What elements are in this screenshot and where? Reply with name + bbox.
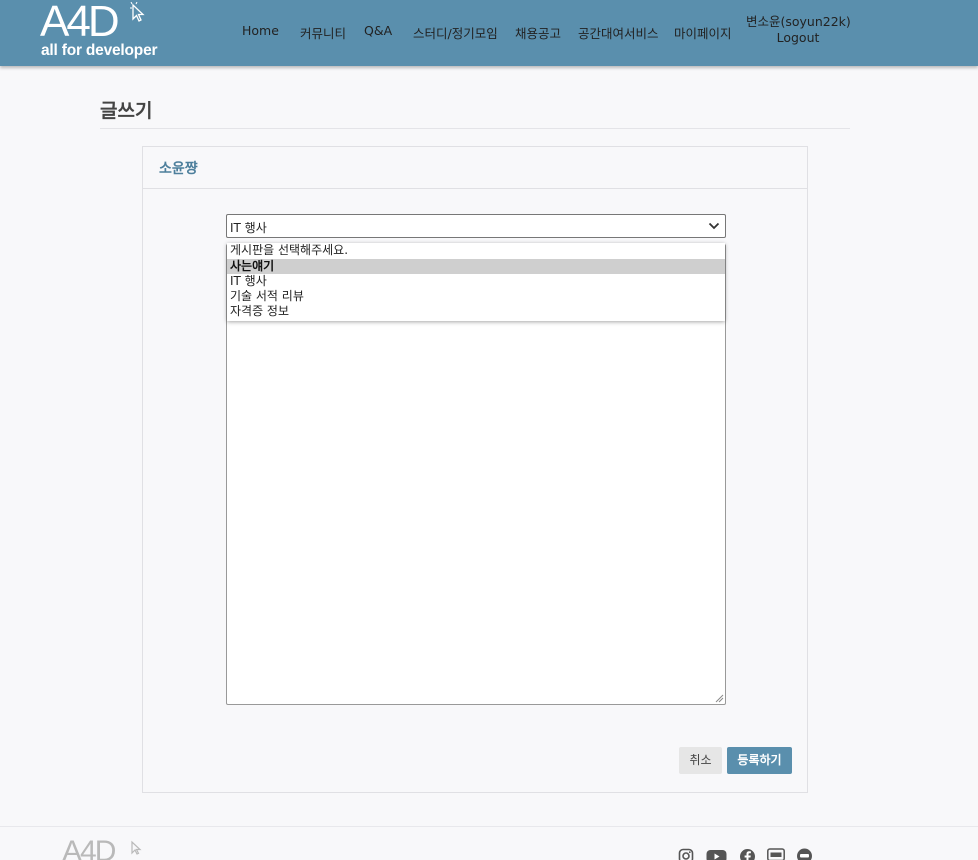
site-logo[interactable]: A4D all for developer	[40, 0, 160, 66]
nav-home[interactable]: Home	[242, 23, 279, 38]
blog-icon[interactable]	[767, 848, 785, 860]
page-title: 글쓰기	[100, 100, 153, 122]
user-name: 변소윤(soyun22k)	[746, 14, 851, 29]
logout-link[interactable]: Logout	[746, 30, 850, 46]
card-header: 소윤쨩	[143, 147, 807, 189]
nav-study[interactable]: 스터디/정기모임	[413, 23, 498, 42]
logo-tagline: all for developer	[41, 42, 158, 59]
dropdown-option[interactable]: 기술 서적 리뷰	[227, 289, 725, 304]
nav-qna[interactable]: Q&A	[364, 23, 392, 38]
resize-grip-icon[interactable]	[714, 693, 724, 703]
board-dropdown-list: 게시판을 선택해주세요. 사는얘기 IT 행사 기술 서적 리뷰 자격증 정보	[227, 243, 725, 321]
youtube-icon[interactable]	[706, 848, 727, 860]
instagram-icon[interactable]	[678, 848, 694, 860]
title-divider	[100, 128, 850, 129]
nav-mypage[interactable]: 마이페이지	[674, 23, 732, 42]
dropdown-option[interactable]: 자격증 정보	[227, 304, 725, 319]
chevron-down-icon	[708, 222, 720, 230]
channel-icon[interactable]	[796, 848, 813, 860]
user-box: 변소윤(soyun22k) Logout	[746, 14, 851, 46]
logo-wordmark: A4D	[40, 0, 120, 46]
cursor-icon	[130, 2, 145, 22]
dropdown-option-highlighted[interactable]: 사는얘기	[227, 259, 725, 274]
nav-community[interactable]: 커뮤니티	[300, 23, 346, 42]
nav-space-rental[interactable]: 공간대여서비스	[578, 23, 659, 42]
dropdown-option[interactable]: IT 행사	[227, 274, 725, 289]
top-header: A4D all for developer Home 커뮤니티 Q&A 스터디/…	[0, 0, 978, 66]
board-select-value: IT 행사	[230, 221, 267, 235]
footer-cursor-icon	[131, 840, 142, 855]
cancel-button[interactable]: 취소	[679, 747, 722, 774]
footer-logo: A4D	[62, 835, 116, 860]
dropdown-option[interactable]: 게시판을 선택해주세요.	[227, 243, 725, 258]
footer: A4D	[0, 826, 978, 860]
submit-button[interactable]: 등록하기	[727, 747, 792, 774]
card-author-title: 소윤쨩	[159, 161, 198, 177]
nav-jobs[interactable]: 채용공고	[515, 23, 561, 42]
facebook-icon[interactable]	[739, 848, 756, 860]
board-select[interactable]: IT 행사	[226, 214, 726, 238]
